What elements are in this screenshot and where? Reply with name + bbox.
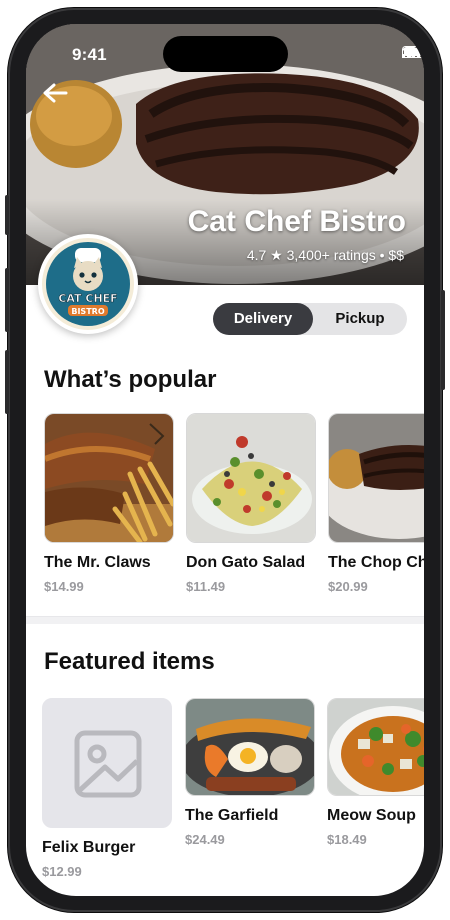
item-price: $12.99 [42, 864, 82, 879]
placeholder-image-icon [74, 730, 142, 798]
item-name: Meow Soup [327, 807, 416, 824]
item-price: $20.99 [328, 579, 368, 594]
item-image-placeholder [42, 698, 172, 828]
popular-item-card[interactable]: The Chop Chop $20.99 [328, 413, 424, 594]
item-image [327, 698, 424, 796]
item-name: Don Gato Salad [186, 554, 306, 571]
popular-section-title: What’s popular [44, 366, 217, 393]
sandwich-fries-photo [45, 414, 173, 542]
featured-item-card[interactable]: Felix Burger $12.99 [42, 698, 172, 879]
popular-item-card[interactable]: Don Gato Salad $11.49 [186, 413, 316, 594]
item-name: The Mr. Claws [44, 554, 151, 571]
section-divider [26, 616, 424, 624]
item-price: $14.99 [44, 579, 84, 594]
item-price: $24.49 [185, 832, 225, 847]
item-image [44, 413, 174, 543]
battery-icon [402, 46, 424, 58]
status-bar: 9:41 [26, 24, 424, 74]
volume-up-button [5, 268, 9, 332]
item-price: $11.49 [186, 579, 226, 594]
item-image [186, 413, 316, 543]
back-button[interactable] [42, 82, 82, 122]
order-mode-toggle: Delivery Pickup [213, 303, 407, 335]
restaurant-logo: CAT CHEF BISTRO [38, 234, 138, 334]
pickup-option[interactable]: Pickup [313, 303, 407, 335]
app-screen: 9:41 Cat Chef Bistro 4.7 ★ 3,400+ rating… [26, 24, 424, 896]
pasta-salad-photo [187, 414, 315, 542]
item-name: The Garfield [185, 807, 279, 824]
item-image [328, 413, 424, 543]
power-button [441, 290, 445, 390]
delivery-option[interactable]: Delivery [213, 303, 313, 335]
restaurant-rating: 4.7 ★ 3,400+ ratings • $$ [246, 247, 404, 263]
back-arrow-icon [43, 83, 68, 103]
item-name: The Chop Chop [328, 554, 424, 571]
popular-item-card[interactable]: The Mr. Claws $14.99 [44, 413, 174, 594]
featured-section-title: Featured items [44, 648, 215, 675]
volume-down-button [5, 350, 9, 414]
mute-switch [5, 195, 9, 235]
restaurant-name: Cat Chef Bistro [187, 205, 406, 238]
dynamic-island [163, 36, 288, 72]
logo-text-top: CAT CHEF [58, 292, 117, 305]
logo-text-bottom: BISTRO [71, 307, 104, 316]
item-name: Felix Burger [42, 839, 136, 856]
featured-item-card[interactable]: The Garfield $24.49 [185, 698, 315, 847]
item-price: $18.49 [327, 832, 367, 847]
item-image [185, 698, 315, 796]
cat-chef-logo-icon: CAT CHEF BISTRO [46, 242, 130, 326]
platter-photo [186, 699, 314, 795]
steak-photo [329, 414, 424, 542]
soup-photo [328, 699, 424, 795]
featured-item-card[interactable]: Meow Soup $18.49 [327, 698, 424, 847]
status-time: 9:41 [72, 45, 107, 64]
